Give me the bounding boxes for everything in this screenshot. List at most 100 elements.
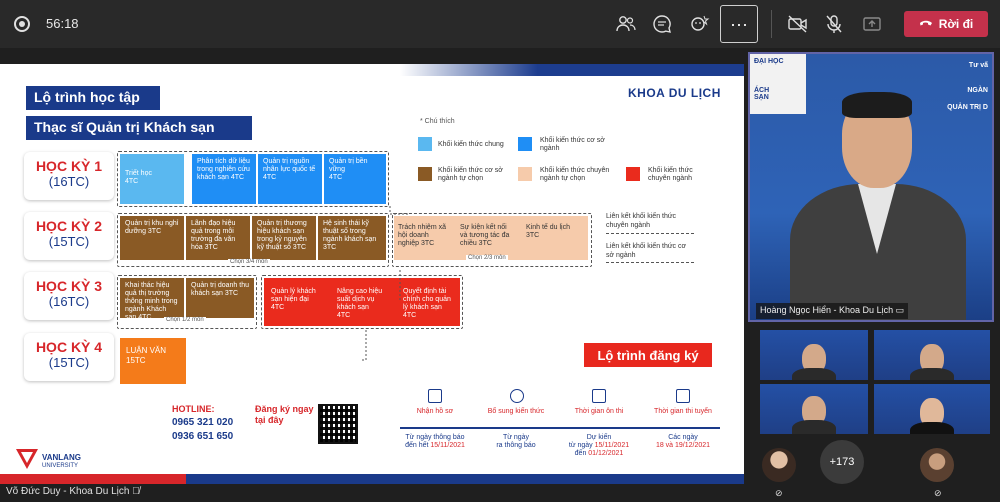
step-desc: Từ ngày thông báo đến hết 15/11/2021 xyxy=(395,434,475,450)
course-cell: Phân tích dữ liệu trong nghiên cứu khách… xyxy=(192,154,256,204)
more-icon: ··· xyxy=(730,13,748,34)
participant-tile[interactable] xyxy=(874,330,990,380)
legend-label: Khối kiến thức cơ sở ngành xyxy=(540,137,605,152)
step-desc-part: đến xyxy=(574,450,589,457)
step-date: 18 và 19/12/2021 xyxy=(655,442,711,449)
participant-tile[interactable] xyxy=(874,384,990,434)
step-desc: Từ ngày ra thông báo xyxy=(476,434,556,450)
mic-off-icon: ⊘ xyxy=(775,488,783,498)
slide-title: Lộ trình học tập xyxy=(26,86,160,110)
legend-swatch xyxy=(518,167,532,181)
meeting-timer: 56:18 xyxy=(46,16,79,31)
mic-off-icon[interactable] xyxy=(822,12,846,36)
semester-3-label: HỌC KỲ 3 (16TC) xyxy=(24,272,114,320)
step-date: 15/11/2021 xyxy=(594,442,630,449)
meeting-toolbar: 56:18 ··· Rời đi xyxy=(0,0,1000,48)
course-cell: Quản trị nguồn nhân lực quốc tế 4TC xyxy=(258,154,322,204)
qr-code[interactable] xyxy=(318,404,358,444)
share-icon[interactable] xyxy=(860,12,884,36)
choose-note: Chọn 2/3 môn xyxy=(466,255,508,261)
step-desc-line: từ ngày 15/11/2021 xyxy=(559,442,639,450)
step-desc: Các ngày 18 và 19/12/2021 xyxy=(643,434,723,450)
course-cell: Sự kiện kết nối và tương tác đa chiều 3T… xyxy=(460,224,510,247)
legend-swatch xyxy=(518,137,532,151)
reactions-icon[interactable] xyxy=(688,12,712,36)
mic-off-icon: ⊘ xyxy=(934,488,942,498)
leave-button[interactable]: Rời đi xyxy=(904,11,988,37)
step-date: 01/12/2021 xyxy=(588,450,624,457)
semester-2-label: HỌC KỲ 2 (15TC) xyxy=(24,212,114,260)
participant-avatar[interactable] xyxy=(762,448,796,482)
connector-lines xyxy=(360,206,410,361)
course-cell: Triết học 4TC xyxy=(120,154,184,204)
slide-subtitle: Thạc sĩ Quản trị Khách sạn xyxy=(26,116,252,140)
more-button[interactable]: ··· xyxy=(720,5,758,43)
participant-tile[interactable] xyxy=(760,330,868,380)
semester-credits: (15TC) xyxy=(48,355,90,370)
thesis-cell: LUẬN VĂN 15TC xyxy=(120,338,186,384)
sign-text: SẠN xyxy=(754,94,769,101)
mic-off-icon: 🎙̸ xyxy=(132,486,140,497)
sign-text: Tư vấ xyxy=(968,62,988,69)
step-desc-part: từ ngày xyxy=(568,442,595,449)
hotline-number: 0965 321 020 xyxy=(172,417,234,428)
participant-tile[interactable] xyxy=(760,384,868,434)
timeline-line xyxy=(400,427,720,429)
participant-count: +173 xyxy=(829,456,855,468)
register-here-link[interactable]: Đăng ký ngay tại đây xyxy=(255,404,319,426)
more-participants-button[interactable]: +173 xyxy=(820,440,864,484)
semester-name: HỌC KỲ 3 xyxy=(35,278,103,294)
book-icon xyxy=(592,389,606,403)
backdrop-sign: ĐẠI HỌC ÁCH SẠN xyxy=(750,54,806,114)
course-cell: Khai thác hiệu quả thị trường thông minh… xyxy=(120,278,184,321)
step-desc-line: ra thông báo xyxy=(496,442,536,449)
semester-1-label: HỌC KỲ 1 (16TC) xyxy=(24,152,114,200)
speaker-hair xyxy=(842,92,912,118)
logo-name: VANLANG xyxy=(42,453,81,462)
registration-title: Lộ trình đăng ký xyxy=(584,343,712,367)
step-desc-line: đến 01/12/2021 xyxy=(559,450,639,458)
camera-off-icon[interactable] xyxy=(786,12,810,36)
speaker-name: Hoàng Ngọc Hiển - Khoa Du Lịch xyxy=(760,305,894,315)
course-cell: Quản trị khu nghỉ dưỡng 3TC xyxy=(120,216,184,260)
step-desc-line: đến hết 15/11/2021 xyxy=(395,442,475,450)
slide-footer-stripe xyxy=(0,474,744,484)
toolbar-divider xyxy=(771,10,772,38)
step-title: Nhận hồ sơ xyxy=(416,408,454,415)
link-label: Liên kết khối kiến thức cơ sở ngành xyxy=(606,243,687,259)
step-desc-line: Từ ngày thông báo xyxy=(405,434,465,441)
document-icon xyxy=(428,389,442,403)
legend-label: Khối kiến thức chung xyxy=(438,141,504,148)
choose-note: Chọn 1/2 môn xyxy=(164,317,206,323)
participant-avatar[interactable] xyxy=(920,448,954,482)
record-icon xyxy=(14,16,30,32)
step-title: Bổ sung kiến thức xyxy=(487,408,545,415)
logo-sub: UNIVERSITY xyxy=(42,463,79,469)
course-cell: Quản trị doanh thu khách sạn 3TC xyxy=(186,278,254,318)
sign-text: NGÀN xyxy=(967,87,988,94)
hotline-label: HOTLINE: xyxy=(172,404,215,414)
chat-icon[interactable] xyxy=(650,12,674,36)
course-cell: Kinh tế du lịch 3TC xyxy=(526,224,570,239)
link-line xyxy=(606,262,694,263)
semester-4-label: HỌC KỲ 4 (15TC) xyxy=(24,333,114,381)
participant-body xyxy=(792,420,836,434)
semester-credits: (16TC) xyxy=(48,174,90,189)
participants-icon[interactable] xyxy=(614,12,638,36)
step-desc-part: đến hết xyxy=(405,442,431,449)
leave-label: Rời đi xyxy=(938,17,974,31)
sign-text: ĐẠI HỌC xyxy=(754,58,784,65)
course-cell: Quản lý khách sạn hiện đại 4TC xyxy=(271,288,316,311)
phone-icon xyxy=(919,17,933,31)
speaker-video[interactable]: ĐẠI HỌC ÁCH SẠN Tư vấ NGÀN QUẢN TRỊ D xyxy=(748,52,994,322)
semester-name: HỌC KỲ 4 xyxy=(35,339,103,355)
slide-header-stripe xyxy=(400,64,744,76)
vanlang-logo-text: VANLANG UNIVERSITY xyxy=(42,454,81,470)
legend-title: * Chú thích xyxy=(420,118,455,125)
step-desc-line: Từ ngày xyxy=(502,434,530,441)
presenter-name: Võ Đức Duy - Khoa Du Lịch 🎙̸ xyxy=(6,486,140,497)
link-label: Liên kết khối kiến thức chuyên ngành xyxy=(606,213,677,229)
semester-name: HỌC KỲ 2 xyxy=(35,218,103,234)
legend-swatch xyxy=(418,167,432,181)
step-desc-line: Các ngày xyxy=(668,434,698,441)
